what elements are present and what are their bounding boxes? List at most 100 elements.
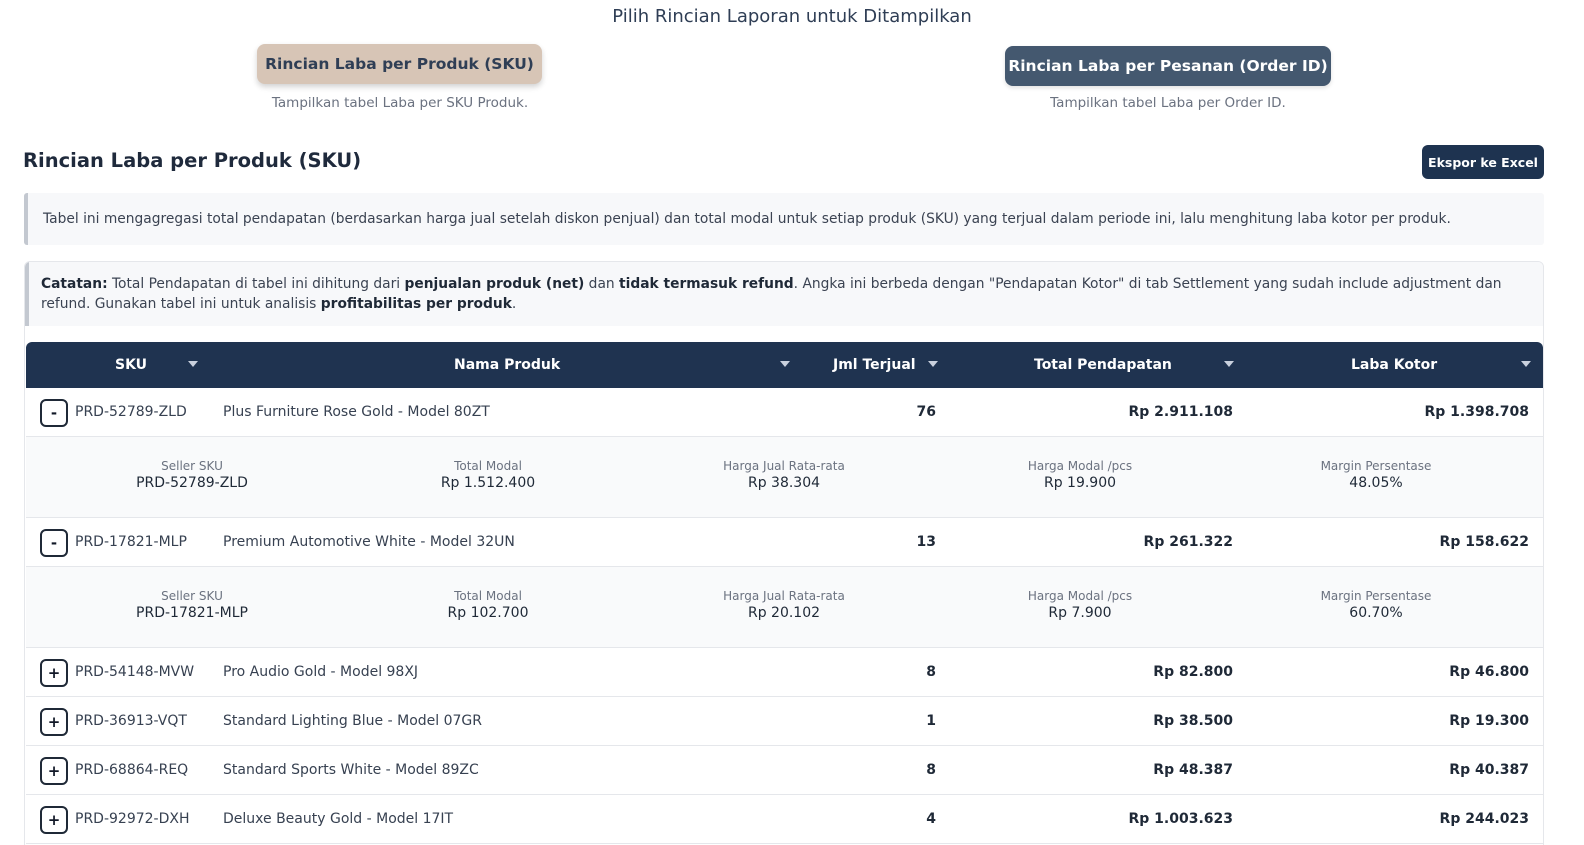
- detail-label: Seller SKU: [161, 589, 223, 603]
- table-card: Catatan: Total Pendapatan di tabel ini d…: [24, 261, 1544, 845]
- order-breakdown-hint: Tampilkan tabel Laba per Order ID.: [1050, 95, 1286, 111]
- collapse-toggle-button[interactable]: -: [40, 529, 68, 557]
- detail-value: Rp 19.900: [1043, 475, 1117, 491]
- row-qty: 8: [926, 762, 936, 778]
- row-profit: Rp 46.800: [1449, 664, 1529, 680]
- row-qty: 1: [926, 713, 936, 729]
- sort-caret-icon[interactable]: [1224, 361, 1234, 367]
- detail-unit-cost: Harga Modal /pcs Rp 19.900: [950, 459, 1210, 491]
- header-sku[interactable]: SKU: [115, 342, 147, 388]
- row-profit: Rp 244.023: [1439, 811, 1529, 827]
- detail-label: Harga Modal /pcs: [1027, 459, 1133, 473]
- detail-label: Harga Modal /pcs: [1027, 589, 1133, 603]
- detail-value: Rp 20.102: [747, 605, 821, 621]
- note-box: Catatan: Total Pendapatan di tabel ini d…: [25, 262, 1543, 326]
- row-qty: 4: [926, 811, 936, 827]
- row-revenue: Rp 38.500: [1153, 713, 1233, 729]
- row-revenue: Rp 82.800: [1153, 664, 1233, 680]
- table-row: - PRD-52789-ZLD Plus Furniture Rose Gold…: [26, 388, 1543, 437]
- row-revenue: Rp 2.911.108: [1128, 404, 1233, 420]
- section-title: Rincian Laba per Produk (SKU): [23, 149, 362, 172]
- info-text: Tabel ini mengagregasi total pendapatan …: [43, 211, 1451, 227]
- row-product-name: Pro Audio Gold - Model 98XJ: [223, 664, 419, 680]
- sort-caret-icon[interactable]: [780, 361, 790, 367]
- detail-value: 48.05%: [1349, 475, 1403, 491]
- table-row: + PRD-92972-DXH Deluxe Beauty Gold - Mod…: [26, 795, 1543, 844]
- expand-toggle-button[interactable]: +: [40, 708, 68, 736]
- row-qty: 76: [916, 404, 936, 420]
- row-revenue: Rp 48.387: [1153, 762, 1233, 778]
- row-detail: Seller SKU PRD-52789-ZLD Total Modal Rp 1.…: [26, 437, 1543, 518]
- row-sku: PRD-52789-ZLD: [75, 404, 187, 420]
- detail-value: Rp 7.900: [1048, 605, 1112, 621]
- detail-label: Harga Jual Rata-rata: [723, 589, 845, 603]
- note-label: Catatan:: [41, 276, 108, 292]
- row-sku: PRD-17821-MLP: [75, 534, 187, 550]
- note-text: Total Pendapatan di tabel ini dihitung d…: [107, 276, 405, 292]
- row-sku: PRD-68864-REQ: [75, 762, 189, 778]
- detail-total-cost: Total Modal Rp 1.512.400: [358, 459, 618, 491]
- note-text: dan: [584, 276, 620, 292]
- report-selector-title: Pilih Rincian Laporan untuk Ditampilkan: [612, 6, 972, 27]
- detail-value: PRD-17821-MLP: [136, 605, 248, 621]
- row-detail: Seller SKU PRD-17821-MLP Total Modal Rp 10…: [26, 567, 1543, 648]
- note-bold: penjualan produk (net): [404, 276, 585, 292]
- row-product-name: Standard Sports White - Model 89ZC: [223, 762, 479, 778]
- detail-label: Harga Jual Rata-rata: [723, 459, 845, 473]
- expand-toggle-button[interactable]: +: [40, 806, 68, 834]
- expand-toggle-button[interactable]: +: [40, 757, 68, 785]
- detail-value: Rp 102.700: [447, 605, 529, 621]
- note-text: .: [511, 296, 517, 312]
- table-row: + PRD-68864-REQ Standard Sports White - …: [26, 746, 1543, 795]
- detail-value: Rp 38.304: [747, 475, 821, 491]
- row-sku: PRD-54148-MVW: [75, 664, 195, 680]
- detail-avg-price: Harga Jual Rata-rata Rp 20.102: [654, 589, 914, 621]
- sort-caret-icon[interactable]: [928, 361, 938, 367]
- sort-caret-icon[interactable]: [188, 361, 198, 367]
- table-row: + PRD-36913-VQT Standard Lighting Blue -…: [26, 697, 1543, 746]
- detail-label: Margin Persentase: [1320, 459, 1432, 473]
- note-bold: tidak termasuk refund: [619, 276, 794, 292]
- detail-margin: Margin Persentase 48.05%: [1246, 459, 1506, 491]
- sku-breakdown-hint: Tampilkan tabel Laba per SKU Produk.: [271, 95, 529, 111]
- detail-seller-sku: Seller SKU PRD-17821-MLP: [62, 589, 322, 621]
- detail-avg-price: Harga Jual Rata-rata Rp 38.304: [654, 459, 914, 491]
- table-row: - PRD-17821-MLP Premium Automotive White…: [26, 518, 1543, 567]
- info-box: Tabel ini mengagregasi total pendapatan …: [24, 193, 1544, 245]
- row-profit: Rp 40.387: [1449, 762, 1529, 778]
- detail-unit-cost: Harga Modal /pcs Rp 7.900: [950, 589, 1210, 621]
- order-breakdown-button[interactable]: Rincian Laba per Pesanan (Order ID): [1005, 46, 1331, 86]
- detail-label: Total Modal: [454, 589, 522, 603]
- row-profit: Rp 1.398.708: [1424, 404, 1529, 420]
- expand-toggle-button[interactable]: +: [40, 659, 68, 687]
- detail-seller-sku: Seller SKU PRD-52789-ZLD: [62, 459, 322, 491]
- detail-label: Seller SKU: [161, 459, 223, 473]
- detail-value: Rp 1.512.400: [440, 475, 536, 491]
- detail-value: PRD-52789-ZLD: [136, 475, 248, 491]
- row-sku: PRD-92972-DXH: [75, 811, 190, 827]
- row-profit: Rp 19.300: [1449, 713, 1529, 729]
- sort-caret-icon[interactable]: [1521, 361, 1531, 367]
- export-excel-button[interactable]: Ekspor ke Excel: [1422, 145, 1544, 179]
- header-profit[interactable]: Laba Kotor: [1351, 342, 1437, 388]
- profit-table: SKU Nama Produk Jml Terjual Total Pendap…: [26, 342, 1543, 844]
- detail-value: 60.70%: [1349, 605, 1403, 621]
- row-product-name: Plus Furniture Rose Gold - Model 80ZT: [223, 404, 490, 420]
- detail-label: Margin Persentase: [1320, 589, 1432, 603]
- row-qty: 8: [926, 664, 936, 680]
- row-revenue: Rp 1.003.623: [1128, 811, 1233, 827]
- row-product-name: Standard Lighting Blue - Model 07GR: [223, 713, 482, 729]
- header-revenue[interactable]: Total Pendapatan: [1034, 342, 1172, 388]
- detail-margin: Margin Persentase 60.70%: [1246, 589, 1506, 621]
- row-sku: PRD-36913-VQT: [75, 713, 187, 729]
- detail-total-cost: Total Modal Rp 102.700: [358, 589, 618, 621]
- row-product-name: Premium Automotive White - Model 32UN: [223, 534, 515, 550]
- note-bold: profitabilitas per produk: [320, 296, 512, 312]
- detail-label: Total Modal: [454, 459, 522, 473]
- table-row: + PRD-54148-MVW Pro Audio Gold - Model 9…: [26, 648, 1543, 697]
- sku-breakdown-button[interactable]: Rincian Laba per Produk (SKU): [257, 44, 542, 84]
- header-name[interactable]: Nama Produk: [454, 342, 560, 388]
- row-revenue: Rp 261.322: [1143, 534, 1233, 550]
- header-qty[interactable]: Jml Terjual: [833, 342, 916, 388]
- collapse-toggle-button[interactable]: -: [40, 399, 68, 427]
